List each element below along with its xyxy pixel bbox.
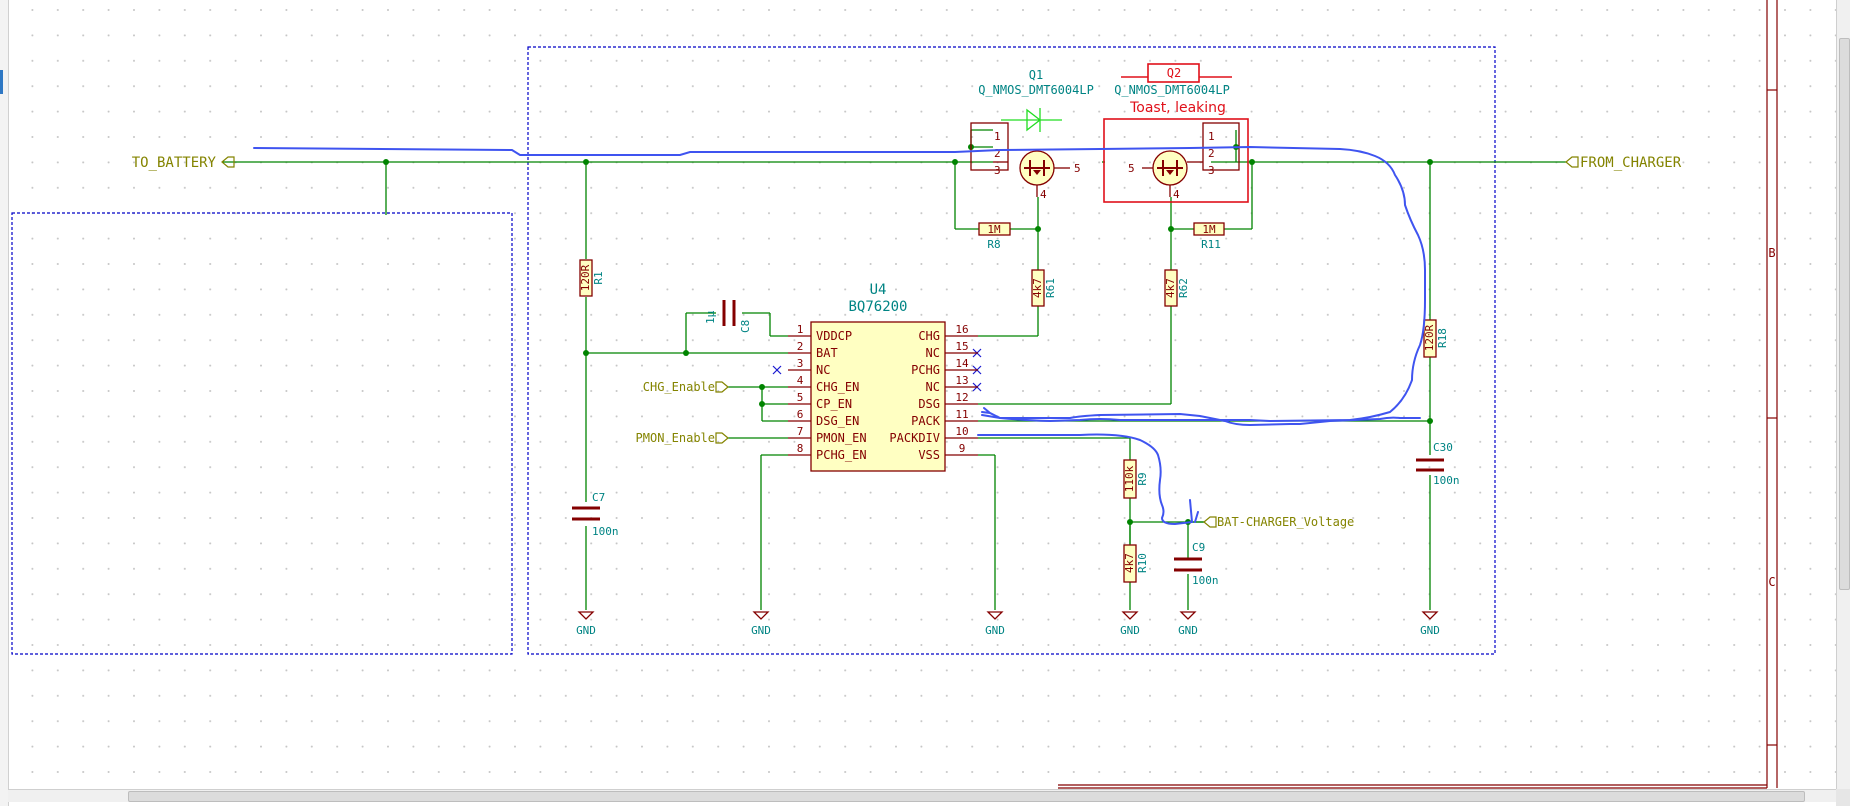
- to-battery-text: TO_BATTERY: [132, 155, 217, 171]
- bat-charger-voltage-text: BAT-CHARGER_Voltage: [1217, 515, 1354, 529]
- r11-value: 1M: [1202, 223, 1216, 236]
- chg-enable-text: CHG_Enable: [643, 380, 715, 394]
- pin-num-2: 2: [797, 340, 804, 353]
- horizontal-scroll-thumb[interactable]: [128, 791, 1805, 802]
- r11-ref: R11: [1201, 238, 1221, 251]
- pin-name-vss: VSS: [918, 448, 940, 462]
- r62-ref: R62: [1177, 278, 1190, 298]
- gnd-label-c7: GND: [576, 624, 596, 637]
- border-marker-c: C: [1768, 575, 1775, 589]
- pin-name-nc13: NC: [926, 380, 940, 394]
- pin-name-dsg: DSG: [918, 397, 940, 411]
- pin-num-4: 4: [797, 374, 804, 387]
- pin-name-packdiv: PACKDIV: [889, 431, 940, 445]
- r61-ref: R61: [1044, 278, 1057, 298]
- pmon-enable-text: PMON_Enable: [636, 431, 715, 445]
- r61-value: 4k7: [1031, 278, 1044, 298]
- pin-name-bat: BAT: [816, 346, 838, 360]
- r8-value: 1M: [987, 223, 1001, 236]
- q1-value: Q_NMOS_DMT6004LP: [978, 83, 1094, 97]
- c30-ref: C30: [1433, 441, 1453, 454]
- pin-name-pmon-en: PMON_EN: [816, 431, 867, 445]
- scrollbar-corner: [1836, 789, 1850, 806]
- pin-name-pchg: PCHG: [911, 363, 940, 377]
- c30-value: 100n: [1433, 474, 1460, 487]
- q2-pin4: 4: [1173, 188, 1180, 201]
- pin-num-7: 7: [797, 425, 804, 438]
- q1-pin3: 3: [994, 164, 1001, 177]
- ic-u4-value: BQ76200: [848, 299, 907, 315]
- vertical-scrollbar[interactable]: [1836, 0, 1850, 789]
- net-label-pmon-enable[interactable]: PMON_Enable: [636, 431, 729, 445]
- r1-value: 120R: [579, 264, 592, 291]
- r8-ref: R8: [987, 238, 1000, 251]
- pin-num-15: 15: [955, 340, 968, 353]
- pin-num-5: 5: [797, 391, 804, 404]
- pin-name-dsg-en: DSG_EN: [816, 414, 859, 428]
- horizontal-scrollbar[interactable]: [8, 789, 1836, 802]
- pin-num-8: 8: [797, 442, 804, 455]
- net-label-from-charger[interactable]: FROM_CHARGER: [1565, 155, 1682, 171]
- r18-ref: R18: [1436, 328, 1449, 348]
- markup-annotation-text: Toast, leaking: [1129, 100, 1226, 116]
- pin-name-chg-en: CHG_EN: [816, 380, 859, 394]
- ic-u4-ref: U4: [870, 282, 887, 298]
- pin-name-pchg-en: PCHG_EN: [816, 448, 867, 462]
- q1-pin2: 2: [994, 147, 1001, 160]
- c9-ref: C9: [1192, 541, 1205, 554]
- pin-name-nc15: NC: [926, 346, 940, 360]
- pin-num-12: 12: [955, 391, 968, 404]
- pin-num-6: 6: [797, 408, 804, 421]
- left-toolbar-edge: [0, 0, 9, 806]
- q1-pin5: 5: [1074, 162, 1081, 175]
- c9-value: 100n: [1192, 574, 1219, 587]
- c8-value: 1μ: [704, 310, 717, 324]
- left-toolbar-marker: [0, 70, 3, 94]
- q1-pin4: 4: [1040, 188, 1047, 201]
- q2-pin3: 3: [1208, 164, 1215, 177]
- schematic-drawing: B C TO_BATTERY FROM_CHARGER CHG_Enable P…: [0, 0, 1850, 806]
- pin-num-3: 3: [797, 357, 804, 370]
- pin-name-nc3: NC: [816, 363, 830, 377]
- r10-ref: R10: [1136, 553, 1149, 573]
- pin-num-16: 16: [955, 323, 968, 336]
- gnd-label-r10: GND: [1120, 624, 1140, 637]
- border-marker-b: B: [1768, 246, 1775, 260]
- pin-name-cp-en: CP_EN: [816, 397, 852, 411]
- pin-num-10: 10: [955, 425, 968, 438]
- schematic-canvas[interactable]: B C TO_BATTERY FROM_CHARGER CHG_Enable P…: [0, 0, 1850, 806]
- pin-num-1: 1: [797, 323, 804, 336]
- pin-num-9: 9: [959, 442, 966, 455]
- pin-name-chg: CHG: [918, 329, 940, 343]
- pin-name-vddcp: VDDCP: [816, 329, 852, 343]
- pin-num-13: 13: [955, 374, 968, 387]
- q2-pin2: 2: [1208, 147, 1215, 160]
- from-charger-text: FROM_CHARGER: [1580, 155, 1682, 171]
- gnd-label-c9: GND: [1178, 624, 1198, 637]
- q2-ref: Q2: [1167, 66, 1181, 80]
- r18-value: 120R: [1423, 324, 1436, 351]
- gnd-label-vss: GND: [985, 624, 1005, 637]
- c7-value: 100n: [592, 525, 619, 538]
- pin-num-14: 14: [955, 357, 969, 370]
- q2-pin1: 1: [1208, 130, 1215, 143]
- vertical-scroll-thumb[interactable]: [1839, 38, 1850, 590]
- gnd-label-pchg: GND: [751, 624, 771, 637]
- r9-value: 110k: [1123, 465, 1136, 492]
- r62-value: 4k7: [1164, 278, 1177, 298]
- r1-ref: R1: [592, 271, 605, 284]
- c8-ref: C8: [739, 320, 752, 333]
- q2-pin5: 5: [1128, 162, 1135, 175]
- q1-pin1: 1: [994, 130, 1001, 143]
- gnd-label-c30: GND: [1420, 624, 1440, 637]
- pin-name-pack: PACK: [911, 414, 941, 428]
- q2-value: Q_NMOS_DMT6004LP: [1114, 83, 1230, 97]
- r9-ref: R9: [1136, 472, 1149, 485]
- q1-ref: Q1: [1029, 68, 1043, 82]
- c7-ref: C7: [592, 491, 605, 504]
- r10-value: 4k7: [1123, 553, 1136, 573]
- pin-num-11: 11: [955, 408, 968, 421]
